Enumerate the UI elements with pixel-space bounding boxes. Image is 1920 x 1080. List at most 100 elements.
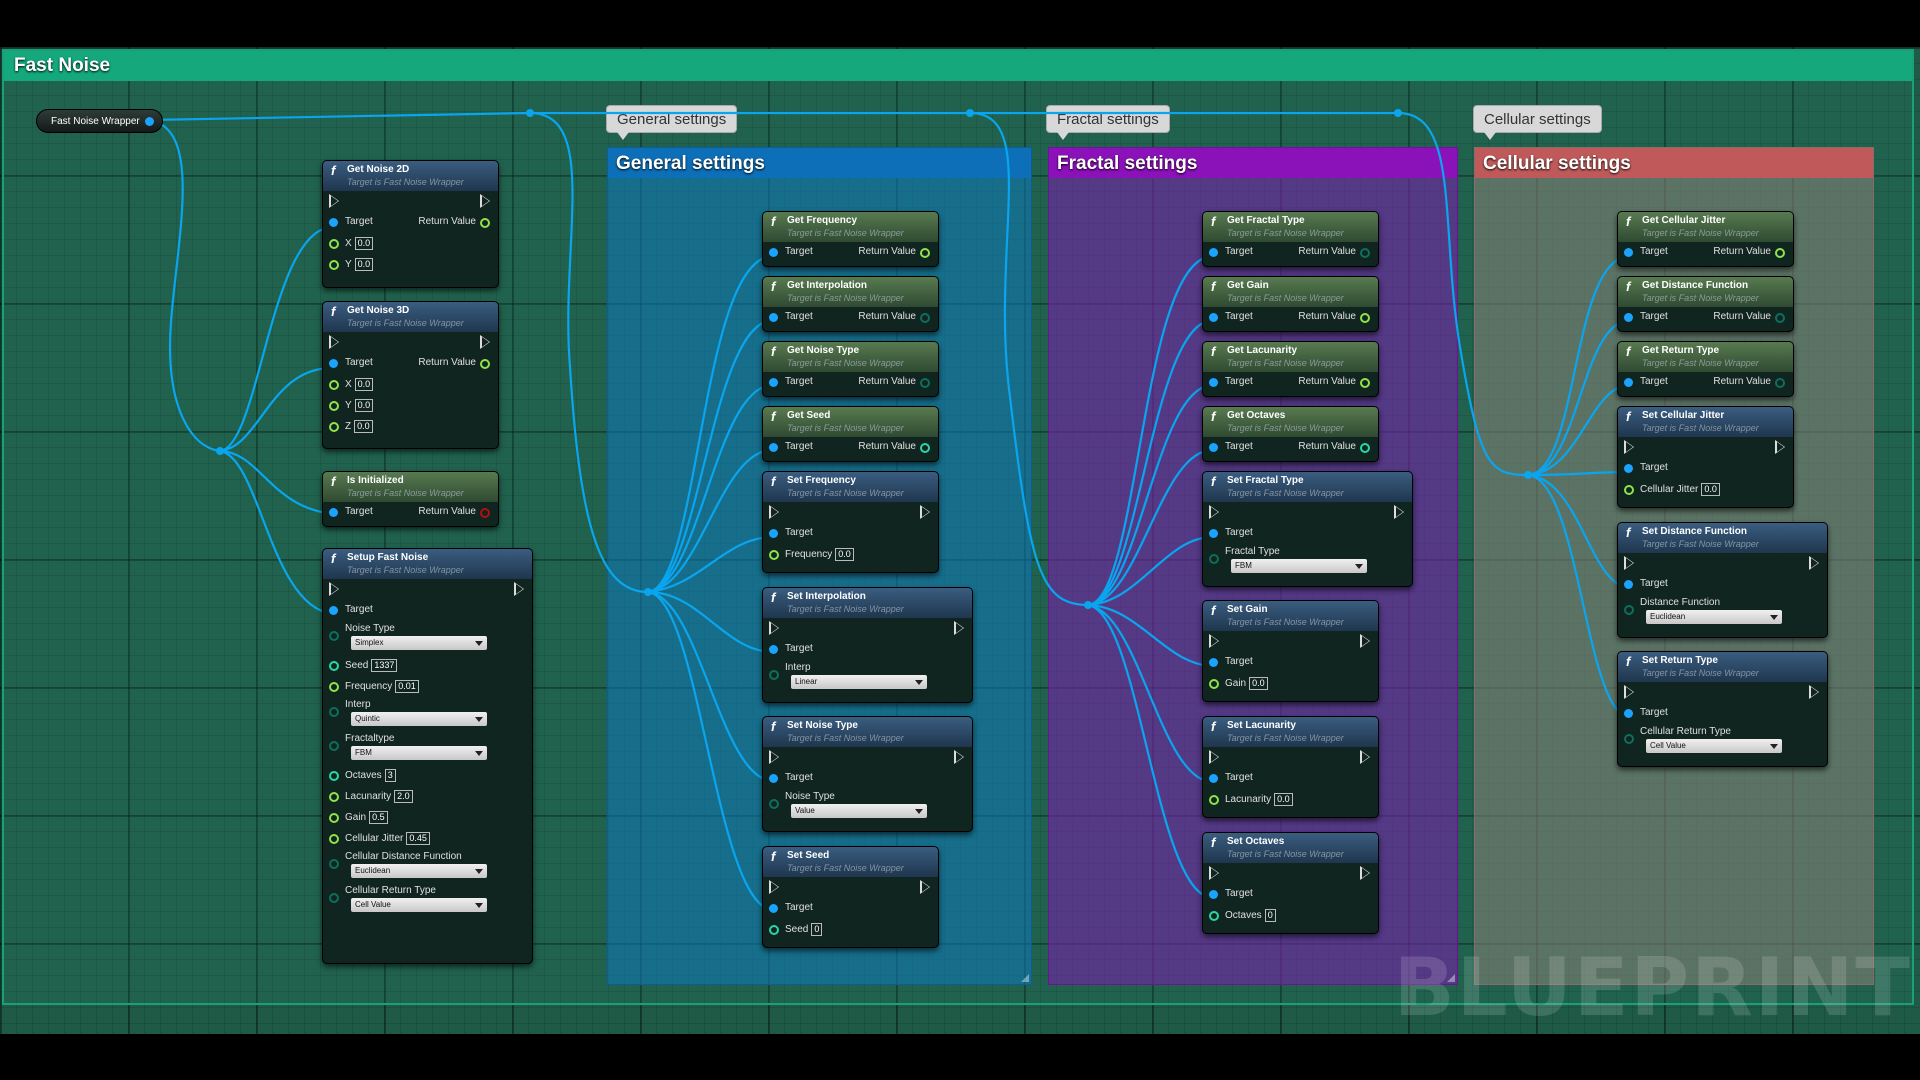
noise-type-dropdown[interactable]: Simplex — [351, 636, 487, 650]
target-pin[interactable] — [1209, 443, 1218, 452]
gain-value-field[interactable]: 0.5 — [369, 811, 388, 824]
target-pin[interactable] — [1209, 774, 1218, 783]
octaves-value-field[interactable]: 0 — [1264, 909, 1276, 922]
fractaltype-dropdown[interactable]: FBM — [351, 746, 487, 760]
return-value-pin[interactable] — [920, 248, 930, 258]
target-pin[interactable] — [1209, 890, 1218, 899]
target-pin[interactable] — [1209, 248, 1218, 257]
exec-out-pin[interactable] — [1809, 685, 1819, 699]
target-pin[interactable] — [769, 645, 778, 654]
exec-in-pin[interactable] — [1209, 866, 1219, 880]
exec-out-pin[interactable] — [1394, 505, 1404, 519]
exec-out-pin[interactable] — [1809, 556, 1819, 570]
x-value-field[interactable]: 0.0 — [354, 378, 374, 391]
target-pin[interactable] — [1624, 248, 1633, 257]
exec-in-pin[interactable] — [1209, 634, 1219, 648]
cellular-jitter-value-field[interactable]: 0.0 — [1701, 483, 1720, 496]
general-settings-bubble[interactable]: General settings — [606, 105, 738, 140]
fractaltype-pin[interactable] — [329, 741, 339, 751]
x-pin[interactable] — [329, 380, 339, 390]
set-lacunarity-node[interactable]: f Set Lacunarity Target is Fast Noise Wrap… — [1202, 716, 1379, 818]
reroute-knot[interactable] — [1084, 601, 1092, 609]
x-value-field[interactable]: 0.0 — [354, 237, 374, 250]
fast-noise-comment-title[interactable]: Fast Noise — [4, 51, 1912, 81]
y-value-field[interactable]: 0.0 — [354, 258, 374, 271]
set-frequency-node[interactable]: f Set Frequency Target is Fast Noise Wrapp… — [762, 471, 939, 573]
distance-function-pin[interactable] — [1624, 605, 1634, 615]
reroute-knot[interactable] — [1394, 109, 1402, 117]
exec-out-pin[interactable] — [954, 750, 964, 764]
target-pin[interactable] — [769, 904, 778, 913]
z-pin[interactable] — [329, 422, 339, 432]
y-value-field[interactable]: 0.0 — [354, 399, 374, 412]
fast-noise-wrapper-variable-node[interactable]: Fast Noise Wrapper — [36, 109, 163, 133]
get-fractal-type-node[interactable]: f Get Fractal Type Target is Fast Noise Wr… — [1202, 211, 1379, 267]
target-pin[interactable] — [1624, 580, 1633, 589]
target-pin[interactable] — [769, 774, 778, 783]
get-gain-node[interactable]: f Get Gain Target is Fast Noise Wrapper Ta… — [1202, 276, 1379, 332]
get-frequency-node[interactable]: f Get Frequency Target is Fast Noise Wrapp… — [762, 211, 939, 267]
get-interpolation-node[interactable]: f Get Interpolation Target is Fast Noise W… — [762, 276, 939, 332]
cellular-return-type-pin[interactable] — [1624, 734, 1634, 744]
setup-fast-noise-node[interactable]: f Setup Fast Noise Target is Fast Noise … — [322, 548, 533, 964]
seed-pin[interactable] — [329, 661, 339, 671]
return-value-pin[interactable] — [1360, 248, 1370, 258]
cellular-return-type-pin[interactable] — [329, 893, 339, 903]
cellular-distance-function-pin[interactable] — [329, 859, 339, 869]
exec-out-pin[interactable] — [514, 582, 524, 596]
interp-pin[interactable] — [329, 707, 339, 717]
target-pin[interactable] — [769, 443, 778, 452]
return-value-pin[interactable] — [920, 443, 930, 453]
seed-value-field[interactable]: 0 — [811, 923, 823, 936]
target-pin[interactable] — [1624, 378, 1633, 387]
set-return-type-node[interactable]: f Set Return Type Target is Fast Noise Wra… — [1617, 651, 1828, 767]
set-cellular-jitter-node[interactable]: f Set Cellular Jitter Target is Fast Noise… — [1617, 406, 1794, 508]
lacunarity-value-field[interactable]: 2.0 — [394, 790, 413, 803]
return-value-pin[interactable] — [480, 508, 490, 518]
frequency-pin[interactable] — [329, 682, 339, 692]
frequency-value-field[interactable]: 0.0 — [835, 548, 854, 561]
reroute-knot[interactable] — [966, 109, 974, 117]
get-noise-3d-node[interactable]: f Get Noise 3D Target is Fast Noise Wrap… — [322, 301, 499, 449]
cellular-jitter-value-field[interactable]: 0.45 — [406, 832, 430, 845]
return-value-pin[interactable] — [1360, 313, 1370, 323]
exec-out-pin[interactable] — [1360, 750, 1370, 764]
exec-out-pin[interactable] — [954, 621, 964, 635]
target-pin[interactable] — [1209, 378, 1218, 387]
octaves-value-field[interactable]: 3 — [384, 769, 396, 782]
reroute-knot[interactable] — [644, 588, 652, 596]
get-lacunarity-node[interactable]: f Get Lacunarity Target is Fast Noise Wrap… — [1202, 341, 1379, 397]
cellular-settings-bubble[interactable]: Cellular settings — [1473, 105, 1602, 140]
cellular-jitter-pin[interactable] — [1624, 485, 1634, 495]
exec-in-pin[interactable] — [1209, 750, 1219, 764]
target-pin[interactable] — [769, 248, 778, 257]
set-octaves-node[interactable]: f Set Octaves Target is Fast Noise Wrapper… — [1202, 832, 1379, 934]
return-value-pin[interactable] — [480, 218, 490, 228]
exec-in-pin[interactable] — [329, 194, 339, 208]
exec-out-pin[interactable] — [480, 335, 490, 349]
target-pin[interactable] — [1209, 658, 1218, 667]
lacunarity-pin[interactable] — [1209, 795, 1219, 805]
return-value-pin[interactable] — [480, 359, 490, 369]
exec-out-pin[interactable] — [480, 194, 490, 208]
exec-out-pin[interactable] — [920, 505, 930, 519]
exec-in-pin[interactable] — [1624, 685, 1634, 699]
get-distance-function-node[interactable]: f Get Distance Function Target is Fast Noi… — [1617, 276, 1794, 332]
gain-pin[interactable] — [1209, 679, 1219, 689]
y-pin[interactable] — [329, 401, 339, 411]
target-pin[interactable] — [1624, 709, 1633, 718]
exec-out-pin[interactable] — [1775, 440, 1785, 454]
interp-dropdown[interactable]: Linear — [791, 675, 927, 689]
octaves-pin[interactable] — [1209, 911, 1219, 921]
frequency-pin[interactable] — [769, 550, 779, 560]
get-seed-node[interactable]: f Get Seed Target is Fast Noise Wrapper Ta… — [762, 406, 939, 462]
exec-in-pin[interactable] — [329, 335, 339, 349]
set-gain-node[interactable]: f Set Gain Target is Fast Noise Wrapper Ta… — [1202, 600, 1379, 702]
z-value-field[interactable]: 0.0 — [354, 420, 373, 433]
return-value-pin[interactable] — [920, 378, 930, 388]
target-pin[interactable] — [1624, 464, 1633, 473]
get-octaves-node[interactable]: f Get Octaves Target is Fast Noise Wrapper… — [1202, 406, 1379, 462]
seed-pin[interactable] — [769, 925, 779, 935]
noise-type-dropdown[interactable]: Value — [791, 804, 927, 818]
target-pin[interactable] — [329, 359, 338, 368]
